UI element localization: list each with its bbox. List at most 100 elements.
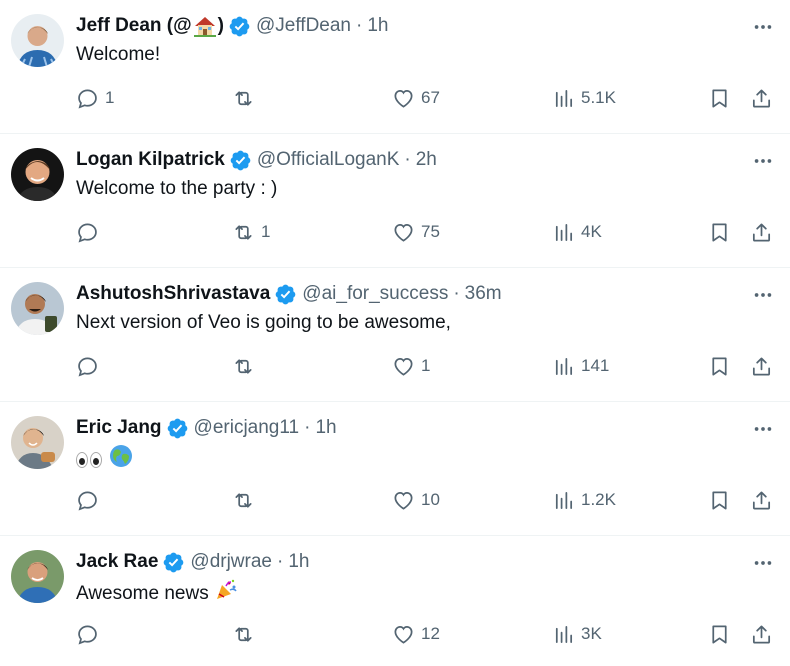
- like-button[interactable]: 67: [392, 74, 440, 122]
- reply-icon: [78, 88, 97, 109]
- tweet-time[interactable]: 2h: [416, 147, 437, 173]
- like-count: 10: [421, 490, 440, 509]
- author-name[interactable]: Eric Jang: [76, 415, 162, 441]
- views-button[interactable]: 4K: [552, 208, 602, 256]
- reply-icon: [78, 490, 97, 511]
- tweet-time[interactable]: 1h: [315, 415, 336, 441]
- reply-button[interactable]: [76, 610, 105, 658]
- more-icon[interactable]: [750, 282, 776, 308]
- tweet-text: Awesome news: [76, 578, 238, 610]
- views-count: 4K: [581, 222, 602, 241]
- bookmark-button[interactable]: [708, 610, 731, 658]
- share-icon: [752, 88, 771, 108]
- like-button[interactable]: 12: [392, 610, 440, 658]
- retweet-button[interactable]: [232, 476, 261, 524]
- tweet-feed: Jeff Dean (@ ) @JeffDean · 1h Welcome! 1: [0, 0, 790, 666]
- tweet-actions: 10 1.2K: [76, 476, 776, 524]
- tweet-time[interactable]: 1h: [288, 549, 309, 575]
- avatar[interactable]: [11, 550, 64, 603]
- like-button[interactable]: 1: [392, 342, 430, 390]
- bookmark-button[interactable]: [708, 208, 731, 256]
- bookmark-button[interactable]: [708, 74, 731, 122]
- like-count: 75: [421, 222, 440, 241]
- bookmark-icon: [712, 490, 727, 510]
- like-button[interactable]: 10: [392, 476, 440, 524]
- author-name[interactable]: AshutoshShrivastava: [76, 281, 270, 307]
- author-handle[interactable]: @drjwrae: [190, 549, 272, 575]
- heart-icon: [394, 625, 413, 644]
- author-name[interactable]: Jeff Dean (@: [76, 13, 192, 39]
- bookmark-button[interactable]: [708, 342, 731, 390]
- tweet-text-content: Awesome news: [76, 583, 209, 605]
- bookmark-icon: [712, 356, 727, 376]
- author-handle[interactable]: @ericjang11: [194, 415, 300, 441]
- like-button[interactable]: 75: [392, 208, 440, 256]
- tweet-time[interactable]: 36m: [465, 281, 502, 307]
- author-name[interactable]: Logan Kilpatrick: [76, 147, 225, 173]
- author-handle[interactable]: @OfficialLoganK: [257, 147, 400, 173]
- views-icon: [555, 89, 573, 107]
- more-icon[interactable]: [750, 550, 776, 576]
- views-button[interactable]: 5.1K: [552, 74, 616, 122]
- bookmark-icon: [712, 222, 727, 242]
- retweet-icon: [235, 224, 252, 240]
- share-button[interactable]: [750, 74, 773, 122]
- tweet-card[interactable]: Logan Kilpatrick @OfficialLoganK · 2h We…: [0, 134, 790, 268]
- tweet-card[interactable]: Jack Rae @drjwrae · 1h Awesome news 12 3…: [0, 536, 790, 666]
- share-button[interactable]: [750, 610, 773, 658]
- heart-icon: [394, 89, 413, 108]
- reply-button[interactable]: [76, 476, 105, 524]
- retweet-icon: [235, 358, 252, 374]
- retweet-icon: [235, 626, 252, 642]
- more-icon[interactable]: [750, 14, 776, 40]
- tweet-card[interactable]: Jeff Dean (@ ) @JeffDean · 1h Welcome! 1: [0, 0, 790, 134]
- author-name-suffix: ): [217, 15, 224, 36]
- reply-button[interactable]: [76, 342, 105, 390]
- tweet-text: Next version of Veo is going to be aweso…: [76, 312, 451, 333]
- views-button[interactable]: 3K: [552, 610, 602, 658]
- tweet-actions: 1 75 4K: [76, 208, 776, 256]
- retweet-count: 1: [261, 222, 271, 241]
- views-button[interactable]: 141: [552, 342, 609, 390]
- share-button[interactable]: [750, 208, 773, 256]
- retweet-button[interactable]: [232, 610, 261, 658]
- retweet-button[interactable]: [232, 342, 261, 390]
- views-count: 1.2K: [581, 490, 616, 509]
- tweet-header: Logan Kilpatrick @OfficialLoganK · 2h: [76, 147, 437, 173]
- heart-icon: [394, 491, 413, 510]
- views-count: 5.1K: [581, 88, 616, 107]
- separator-dot: ·: [277, 551, 284, 572]
- reply-button[interactable]: 1: [76, 74, 114, 122]
- eyes-emoji-icon: [76, 452, 102, 468]
- share-button[interactable]: [750, 342, 773, 390]
- separator-dot: ·: [404, 149, 411, 170]
- retweet-icon: [235, 492, 252, 508]
- tweet-header: Jack Rae @drjwrae · 1h: [76, 549, 309, 575]
- globe-emoji-icon: [109, 444, 133, 476]
- author-handle[interactable]: @JeffDean: [256, 13, 351, 39]
- avatar[interactable]: [11, 416, 64, 469]
- share-icon: [752, 222, 771, 242]
- share-button[interactable]: [750, 476, 773, 524]
- bookmark-button[interactable]: [708, 476, 731, 524]
- reply-icon: [78, 356, 97, 377]
- avatar[interactable]: [11, 148, 64, 201]
- separator-dot: ·: [356, 15, 363, 36]
- retweet-button[interactable]: [232, 74, 261, 122]
- more-icon[interactable]: [750, 148, 776, 174]
- retweet-button[interactable]: 1: [232, 208, 270, 256]
- views-button[interactable]: 1.2K: [552, 476, 616, 524]
- avatar[interactable]: [11, 282, 64, 335]
- like-count: 1: [421, 356, 431, 375]
- tweet-card[interactable]: AshutoshShrivastava @ai_for_success · 36…: [0, 268, 790, 402]
- tweet-time[interactable]: 1h: [367, 13, 388, 39]
- verified-badge-icon: [274, 283, 297, 306]
- more-icon[interactable]: [750, 416, 776, 442]
- tweet-card[interactable]: Eric Jang @ericjang11 · 1h 10 1.2K: [0, 402, 790, 536]
- views-count: 141: [581, 356, 610, 375]
- share-icon: [752, 490, 771, 510]
- reply-button[interactable]: [76, 208, 105, 256]
- author-handle[interactable]: @ai_for_success: [302, 281, 448, 307]
- avatar[interactable]: [11, 14, 64, 67]
- author-name[interactable]: Jack Rae: [76, 549, 158, 575]
